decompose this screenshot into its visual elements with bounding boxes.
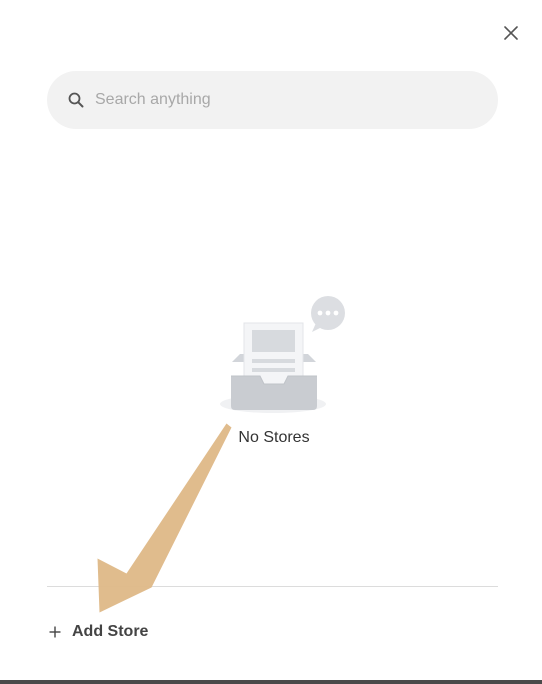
search-bar[interactable]	[47, 71, 498, 129]
empty-state-message: No Stores	[238, 429, 310, 446]
plus-icon	[48, 625, 62, 639]
search-icon	[67, 91, 85, 109]
search-input[interactable]	[95, 91, 455, 109]
add-store-button[interactable]: Add Store	[48, 620, 148, 644]
add-store-label: Add Store	[72, 623, 149, 640]
footer-divider	[47, 586, 498, 587]
empty-inbox-illustration	[216, 296, 348, 420]
close-button[interactable]	[499, 21, 523, 45]
close-icon	[504, 26, 518, 40]
add-store-panel: No Stores Add Store	[0, 0, 542, 684]
